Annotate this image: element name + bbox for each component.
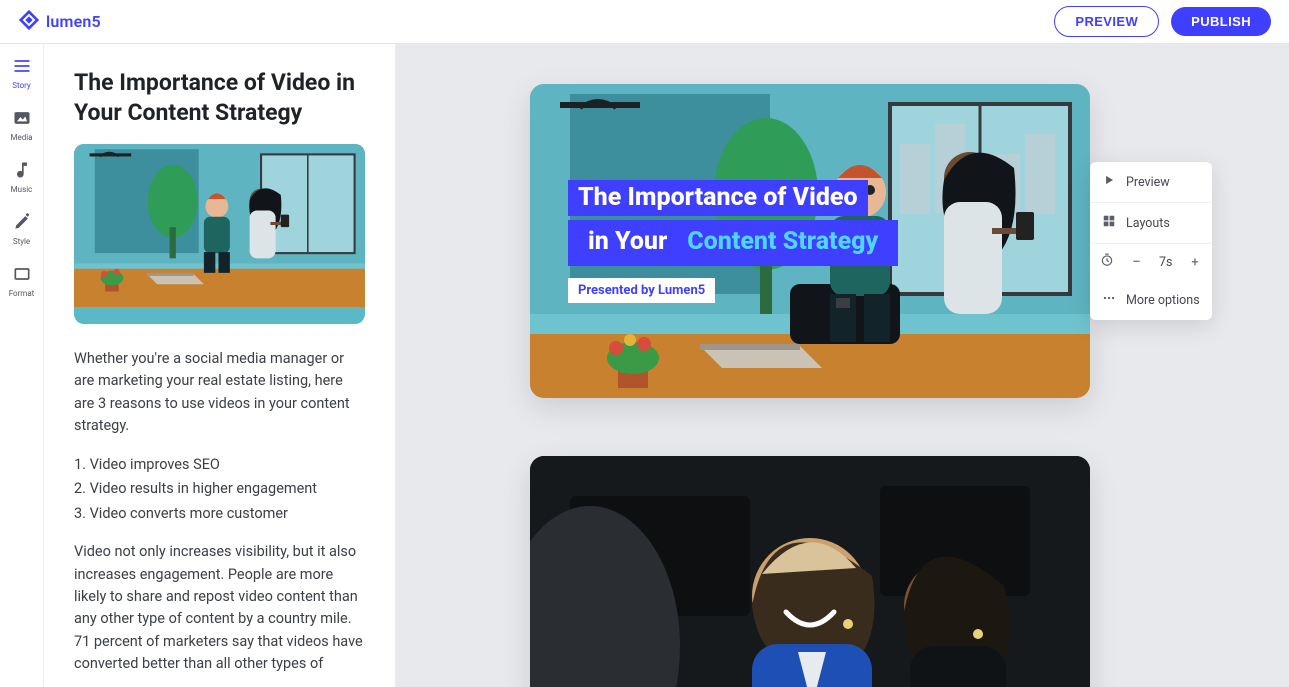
story-icon	[12, 56, 32, 80]
layouts-icon	[1102, 214, 1116, 232]
context-preview[interactable]: Preview	[1090, 162, 1212, 202]
style-icon	[12, 212, 32, 236]
scene-1-subtitle: Presented by Lumen5	[568, 278, 715, 303]
preview-button[interactable]: PREVIEW	[1054, 6, 1159, 37]
scene-1-title-2a: in Your	[578, 224, 677, 261]
story-panel: The Importance of Video in Your Content …	[44, 44, 396, 687]
music-icon	[12, 160, 32, 184]
scene-1-title-line-2: in Your Content Strategy	[568, 220, 898, 266]
top-actions: PREVIEW PUBLISH	[1054, 6, 1271, 37]
story-body: Whether you're a social media manager or…	[74, 348, 365, 676]
rail-item-music[interactable]: Music	[0, 160, 43, 194]
rail-label-music: Music	[11, 186, 33, 194]
scene-1-title-line-1: The Importance of Video	[568, 180, 868, 217]
story-paragraph-2[interactable]: Video not only increases visibility, but…	[74, 541, 365, 676]
context-duration: – 7s +	[1090, 243, 1212, 280]
canvas[interactable]: The Importance of Video in Your Content …	[396, 44, 1289, 687]
timer-icon	[1100, 253, 1114, 271]
duration-increase[interactable]: +	[1188, 255, 1202, 270]
top-toolbar: lumen5 PREVIEW PUBLISH	[0, 0, 1289, 44]
scene-1-title-highlight: Content Strategy	[677, 224, 888, 261]
story-list-item-3[interactable]: 3. Video converts more customer	[74, 503, 365, 525]
story-thumbnail[interactable]	[74, 144, 365, 324]
rail-item-style[interactable]: Style	[0, 212, 43, 246]
rail-label-style: Style	[13, 238, 30, 246]
scene-context-toolbar: Preview Layouts – 7s + More options	[1090, 162, 1212, 320]
scene-1-text-overlay[interactable]: The Importance of Video in Your Content …	[530, 84, 1090, 398]
format-icon	[12, 264, 32, 288]
left-rail: Story Media Music Style Format	[0, 44, 44, 687]
story-paragraph-1[interactable]: Whether you're a social media manager or…	[74, 348, 365, 438]
duration-decrease[interactable]: –	[1130, 255, 1144, 270]
rail-item-media[interactable]: Media	[0, 108, 43, 142]
media-icon	[12, 108, 32, 132]
context-more-options[interactable]: More options	[1090, 280, 1212, 320]
context-more-label: More options	[1126, 293, 1200, 308]
story-list-item-1[interactable]: 1. Video improves SEO	[74, 454, 365, 476]
brand: lumen5	[18, 9, 101, 35]
rail-label-media: Media	[10, 134, 32, 142]
rail-label-format: Format	[9, 290, 35, 298]
publish-button[interactable]: PUBLISH	[1171, 7, 1271, 36]
scene-1[interactable]: The Importance of Video in Your Content …	[530, 84, 1090, 398]
scene-2[interactable]	[530, 456, 1090, 687]
more-icon	[1102, 291, 1116, 309]
context-preview-label: Preview	[1126, 175, 1170, 190]
story-list-item-2[interactable]: 2. Video results in higher engagement	[74, 478, 365, 500]
brand-logo-icon	[18, 9, 40, 35]
context-layouts[interactable]: Layouts	[1090, 202, 1212, 243]
story-title[interactable]: The Importance of Video in Your Content …	[74, 68, 365, 128]
brand-name: lumen5	[46, 12, 101, 31]
rail-label-story: Story	[12, 82, 30, 90]
context-layouts-label: Layouts	[1126, 216, 1170, 231]
duration-value: 7s	[1159, 255, 1172, 270]
play-icon	[1102, 173, 1116, 191]
rail-item-format[interactable]: Format	[0, 264, 43, 298]
rail-item-story[interactable]: Story	[0, 56, 43, 90]
